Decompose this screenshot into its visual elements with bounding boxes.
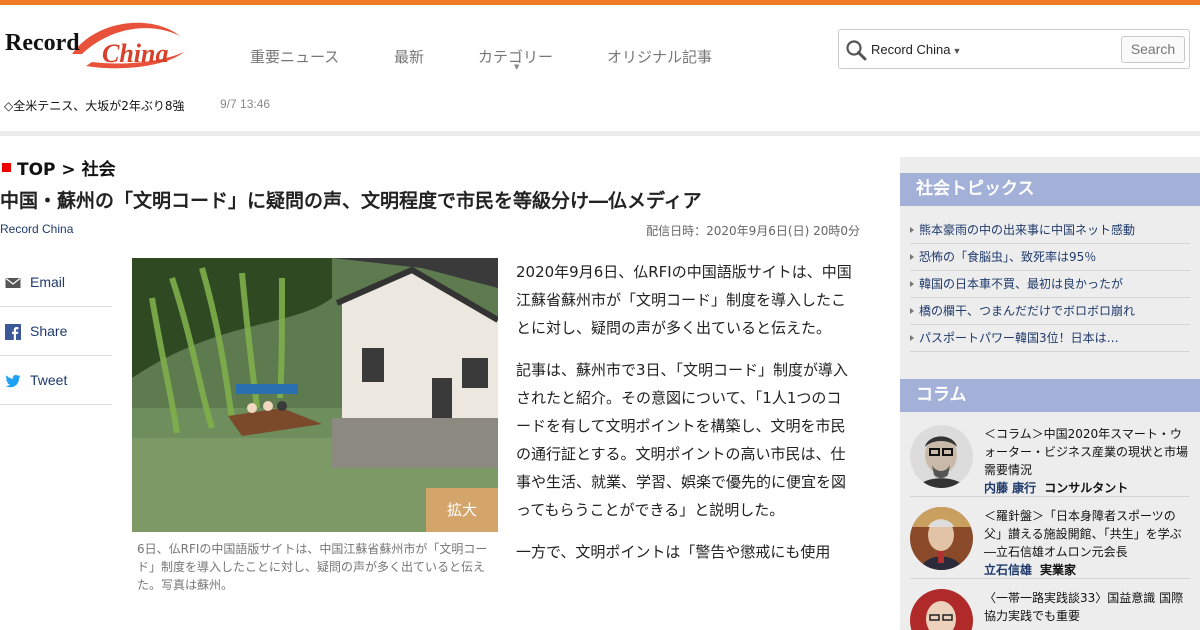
- breadcrumb-text: TOP > 社会: [17, 160, 116, 180]
- article-date: 配信日時：2020年9月6日(日) 20時0分: [646, 224, 860, 238]
- bullet-arrow-icon: [910, 308, 914, 314]
- topic-item[interactable]: 恐怖の「食脳虫」、致死率は95％: [910, 244, 1190, 271]
- share-twitter-button[interactable]: Tweet: [0, 356, 112, 405]
- article-body: 2020年9月6日、仏RFIの中国語版サイトは、中国江蘇省蘇州市が「文明コード」…: [516, 258, 856, 580]
- topic-item[interactable]: 韓国の日本車不買、最初は良かったが: [910, 271, 1190, 298]
- email-icon: [5, 278, 21, 288]
- column-item[interactable]: 〈一帯一路実践談33〉国益意識 国際協力実践でも重要: [910, 579, 1190, 630]
- column-title: 〈一帯一路実践談33〉国益意識 国際協力実践でも重要: [984, 591, 1184, 623]
- topic-item-label: 熊本豪雨の中の出来事に中国ネット感動: [919, 223, 1136, 237]
- facebook-icon: [5, 324, 21, 340]
- social-topics-heading: 社会トピックス: [900, 173, 1200, 206]
- article-paragraph: 記事は、蘇州市で3日、「文明コード」制度が導入されたと紹介。その意図について、「…: [516, 361, 849, 519]
- topic-item[interactable]: 橋の欄干、つまんだだけでボロボロ崩れ: [910, 298, 1190, 325]
- topic-item[interactable]: パスポートパワー韓国3位！日本は…: [910, 325, 1190, 352]
- column-heading: コラム: [900, 379, 1200, 412]
- nav-latest[interactable]: 最新: [394, 46, 424, 67]
- svg-text:China: China: [102, 39, 169, 68]
- chevron-down-icon: ▼: [514, 63, 520, 71]
- article-photo[interactable]: 拡大: [132, 258, 498, 532]
- photo-caption: 6日、仏RFIの中国語版サイトは、中国江蘇省蘇州市が「文明コード」制度を導入した…: [137, 542, 488, 592]
- red-square-icon: [2, 163, 11, 172]
- bullet-arrow-icon: [910, 281, 914, 287]
- article-title: 中国・蘇州の「文明コード」に疑問の声、文明程度で市民を等級分け―仏メディア: [0, 190, 702, 212]
- column-item[interactable]: ＜コラム＞中国2020年スマート・ウォーター・ビジネス産業の現状と市場需要情況 …: [910, 415, 1190, 497]
- caret-down-icon: ▼: [952, 46, 962, 56]
- bullet-arrow-icon: [910, 227, 914, 233]
- author-role: 実業家: [1040, 563, 1077, 577]
- column-author: 内藤 康行 コンサルタント: [984, 479, 1128, 496]
- share-twitter-label: Tweet: [30, 372, 68, 388]
- share-email-label: Email: [30, 274, 66, 290]
- author-avatar: [910, 425, 973, 488]
- topic-item-label: 橋の欄干、つまんだだけでボロボロ崩れ: [919, 304, 1136, 318]
- nav-important-news[interactable]: 重要ニュース: [250, 46, 339, 67]
- bullet-arrow-icon: [910, 335, 914, 341]
- search-button[interactable]: Search: [1121, 36, 1185, 63]
- top-accent-bar: [0, 0, 1200, 5]
- topic-item-label: パスポートパワー韓国3位！日本は…: [919, 331, 1119, 345]
- article-paragraph: 2020年9月6日、仏RFIの中国語版サイトは、中国江蘇省蘇州市が「文明コード」…: [516, 263, 852, 337]
- breadcrumb[interactable]: TOP > 社会: [2, 155, 116, 180]
- search-scope-label: Record China: [871, 42, 951, 57]
- svg-text:Record: Record: [5, 30, 80, 56]
- column-item[interactable]: ＜羅針盤＞「日本身障者スポーツの父」讃える施設開館、「共生」を学ぶ―立石信雄オム…: [910, 497, 1190, 579]
- author-name[interactable]: 立石信雄: [984, 563, 1032, 577]
- header-divider: [0, 131, 1200, 136]
- author-role: コンサルタント: [1044, 481, 1129, 495]
- bullet-arrow-icon: [910, 254, 914, 260]
- share-facebook-button[interactable]: Share: [0, 307, 112, 356]
- share-facebook-label: Share: [30, 323, 68, 339]
- search-box[interactable]: Record China ▼ Search: [838, 29, 1190, 69]
- column-author: 立石信雄 実業家: [984, 561, 1076, 578]
- column-title: ＜羅針盤＞「日本身障者スポーツの父」讃える施設開館、「共生」を学ぶ―立石信雄オム…: [984, 509, 1182, 559]
- topic-item-label: 恐怖の「食脳虫」、致死率は95％: [919, 250, 1097, 264]
- twitter-icon: [5, 374, 21, 388]
- news-ticker-time: 9/7 13:46: [220, 97, 271, 111]
- column-title: ＜コラム＞中国2020年スマート・ウォーター・ビジネス産業の現状と市場需要情況: [984, 427, 1189, 477]
- search-scope-select[interactable]: Record China ▼: [871, 42, 961, 57]
- nav-category[interactable]: カテゴリー ▼: [478, 46, 553, 71]
- topic-item-label: 韓国の日本車不買、最初は良かったが: [919, 277, 1124, 291]
- sidebar: 社会トピックス 熊本豪雨の中の出来事に中国ネット感動 恐怖の「食脳虫」、致死率は…: [900, 157, 1200, 630]
- author-name[interactable]: 内藤 康行: [984, 481, 1036, 495]
- topic-item[interactable]: 熊本豪雨の中の出来事に中国ネット感動: [910, 217, 1190, 244]
- author-avatar: [910, 507, 973, 570]
- search-icon: [846, 40, 867, 61]
- nav-original-articles[interactable]: オリジナル記事: [607, 46, 712, 67]
- news-ticker-headline[interactable]: ◇全米テニス、大坂が2年ぶり8強: [4, 97, 185, 114]
- zoom-button[interactable]: 拡大: [426, 488, 498, 532]
- record-china-logo[interactable]: Record China: [2, 14, 190, 74]
- article-source[interactable]: Record China: [0, 222, 73, 236]
- author-avatar: [910, 589, 973, 630]
- share-email-button[interactable]: Email: [0, 258, 112, 307]
- article-paragraph: 一方で、文明ポイントは「警告や懲戒にも使用: [516, 543, 831, 561]
